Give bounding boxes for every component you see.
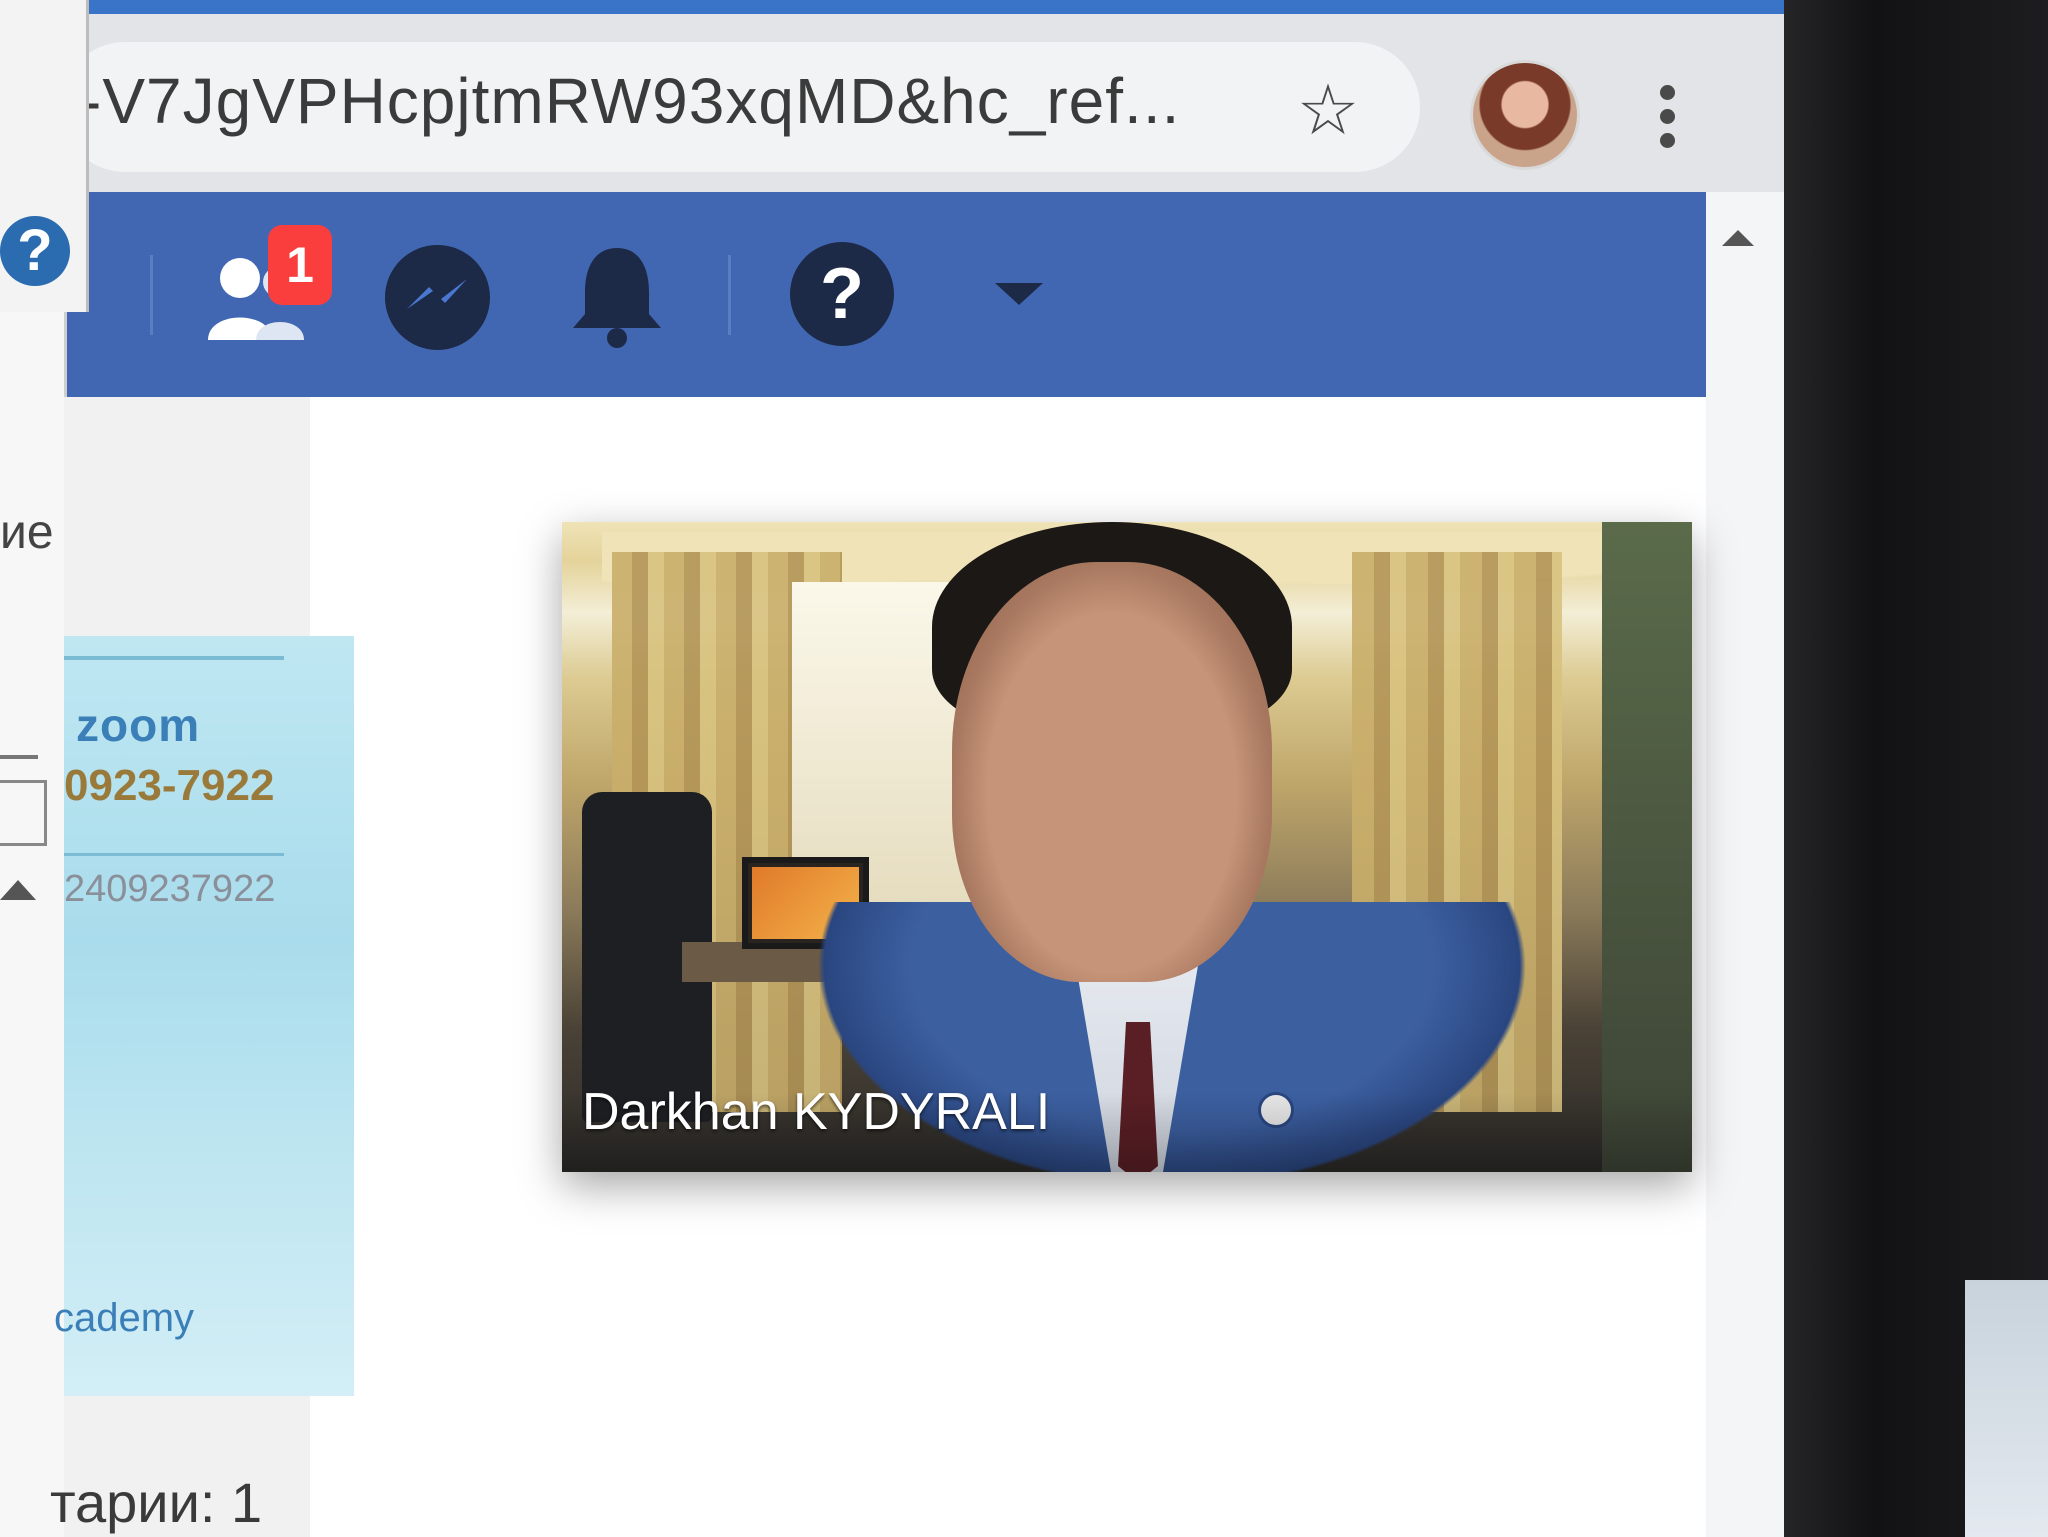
desk-background [1965,1280,2048,1537]
more-vert-icon[interactable] [1655,85,1679,155]
video-tile[interactable]: Darkhan KYDYRALI [562,522,1692,1172]
card-divider [64,853,284,856]
nav-divider [150,255,153,335]
url-text: -V7JgVPHcpjtmRW93xqMD&hc_ref... [80,65,1181,137]
messenger-icon[interactable] [385,245,490,350]
scroll-up-icon[interactable] [0,880,36,900]
participant-name: Darkhan KYDYRALI [582,1083,1051,1141]
friend-requests-badge: 1 [268,225,332,305]
bell-icon[interactable] [565,240,670,350]
person-head [952,562,1272,982]
zoom-meeting-id: 2409237922 [64,868,276,910]
scroll-up-icon[interactable] [1722,230,1754,246]
star-icon[interactable]: ☆ [1290,72,1366,148]
card-divider [64,656,284,660]
wall [1602,522,1692,1172]
profile-avatar[interactable] [1470,60,1580,170]
scrollbar-track[interactable] [1706,192,1784,1537]
side-divider [0,755,38,759]
address-bar[interactable]: -V7JgVPHcpjtmRW93xqMD&hc_ref... [60,42,1420,172]
browser-toolbar: -V7JgVPHcpjtmRW93xqMD&hc_ref... ☆ [0,0,1784,192]
comments-count[interactable]: тарии: 1 [50,1470,262,1535]
zoom-info-card: zoom 0923-7922 2409237922 cademy [54,636,354,1396]
browser-top-edge [0,0,1784,14]
side-column [0,312,67,1537]
side-widget-icon[interactable] [0,780,47,846]
dropdown-icon[interactable] [995,283,1043,305]
nav-divider [728,255,731,335]
zoom-logo: zoom [76,699,201,751]
side-label: ие [0,506,54,559]
help-icon[interactable]: ? [790,242,894,346]
zoom-card-footer: cademy [54,1296,195,1340]
zoom-phone: 0923-7922 [64,761,275,810]
screen: -V7JgVPHcpjtmRW93xqMD&hc_ref... ☆ 1 ? ? … [0,0,1784,1537]
help-icon[interactable]: ? [0,216,70,286]
